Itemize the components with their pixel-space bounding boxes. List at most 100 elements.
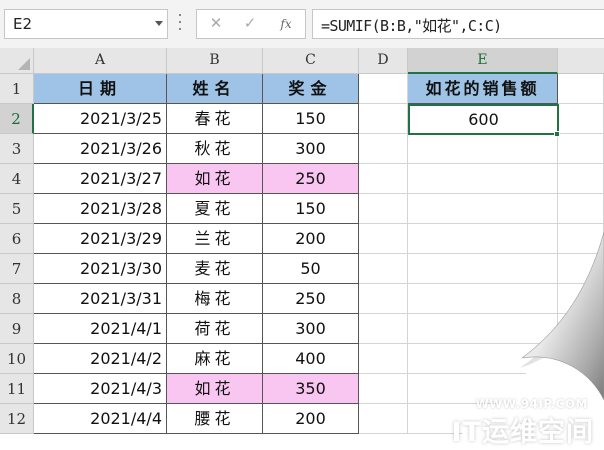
- cell-date[interactable]: 2021/3/28: [34, 194, 167, 224]
- empty-cell[interactable]: [408, 254, 558, 284]
- column-header-a[interactable]: A: [34, 48, 167, 74]
- empty-cell[interactable]: [558, 164, 604, 194]
- row-header-12[interactable]: 12: [0, 404, 34, 434]
- column-header-f[interactable]: [558, 48, 604, 74]
- empty-cell[interactable]: [359, 344, 408, 374]
- empty-cell[interactable]: [359, 284, 408, 314]
- chevron-down-icon[interactable]: [155, 21, 163, 26]
- table-header-amount[interactable]: 奖金: [263, 74, 359, 104]
- cell-name[interactable]: 荷花: [167, 314, 263, 344]
- cell-name[interactable]: 麦花: [167, 254, 263, 284]
- cell-name[interactable]: 兰花: [167, 224, 263, 254]
- name-box[interactable]: E2: [4, 9, 168, 39]
- empty-cell[interactable]: [558, 344, 604, 374]
- cell-date[interactable]: 2021/3/29: [34, 224, 167, 254]
- cell-name[interactable]: 腰花: [167, 404, 263, 434]
- row-header-10[interactable]: 10: [0, 344, 34, 374]
- table-header-name[interactable]: 姓名: [167, 74, 263, 104]
- select-all-corner[interactable]: [0, 48, 34, 74]
- empty-cell[interactable]: [408, 284, 558, 314]
- empty-cell[interactable]: [558, 224, 604, 254]
- cell-date[interactable]: 2021/3/25: [34, 104, 167, 134]
- formula-text: =SUMIF(B:B,"如花",C:C): [321, 17, 502, 35]
- cell-date[interactable]: 2021/4/4: [34, 404, 167, 434]
- empty-cell[interactable]: [359, 194, 408, 224]
- cell-name[interactable]: 如花: [167, 374, 263, 404]
- row-header-9[interactable]: 9: [0, 314, 34, 344]
- row-header-11[interactable]: 11: [0, 374, 34, 404]
- column-header-b[interactable]: B: [167, 48, 263, 74]
- cell-name[interactable]: 夏花: [167, 194, 263, 224]
- cell-name[interactable]: 春花: [167, 104, 263, 134]
- cell-amount[interactable]: 300: [263, 314, 359, 344]
- cell-amount[interactable]: 400: [263, 344, 359, 374]
- cell-amount[interactable]: 250: [263, 284, 359, 314]
- drag-handle-icon[interactable]: [179, 14, 182, 32]
- cell-date[interactable]: 2021/3/30: [34, 254, 167, 284]
- cell-date[interactable]: 2021/4/2: [34, 344, 167, 374]
- cancel-icon[interactable]: ✕: [205, 14, 227, 32]
- empty-cell[interactable]: [408, 194, 558, 224]
- cell-date[interactable]: 2021/3/31: [34, 284, 167, 314]
- empty-cell[interactable]: [359, 224, 408, 254]
- cell-date[interactable]: 2021/3/26: [34, 134, 167, 164]
- empty-cell[interactable]: [408, 344, 558, 374]
- empty-cell[interactable]: [359, 164, 408, 194]
- row-header-1[interactable]: 1: [0, 74, 34, 104]
- empty-cell[interactable]: [359, 134, 408, 164]
- row-header-2[interactable]: 2: [0, 104, 34, 134]
- cell-date[interactable]: 2021/4/1: [34, 314, 167, 344]
- empty-cell[interactable]: [408, 164, 558, 194]
- cell-amount[interactable]: 150: [263, 194, 359, 224]
- empty-cell[interactable]: [558, 74, 604, 104]
- cell-name[interactable]: 麻花: [167, 344, 263, 374]
- empty-cell[interactable]: [359, 254, 408, 284]
- empty-cell[interactable]: [359, 374, 408, 404]
- row-header-6[interactable]: 6: [0, 224, 34, 254]
- column-header-d[interactable]: D: [359, 48, 408, 74]
- cell-amount[interactable]: 250: [263, 164, 359, 194]
- insert-function-icon[interactable]: fx: [275, 17, 297, 31]
- cell-name[interactable]: 秋花: [167, 134, 263, 164]
- empty-cell[interactable]: [558, 314, 604, 344]
- cell-amount[interactable]: 150: [263, 104, 359, 134]
- formula-buttons: ✕ ✓ fx: [196, 9, 306, 39]
- result-header-cell[interactable]: 如花的销售额: [408, 74, 558, 104]
- empty-cell[interactable]: [558, 254, 604, 284]
- empty-cell[interactable]: [359, 74, 408, 104]
- watermark-url: WWW.94IP.COM: [475, 397, 588, 411]
- empty-cell[interactable]: [558, 194, 604, 224]
- row-header-3[interactable]: 3: [0, 134, 34, 164]
- empty-cell[interactable]: [359, 104, 408, 134]
- row-header-4[interactable]: 4: [0, 164, 34, 194]
- column-header-c[interactable]: C: [263, 48, 359, 74]
- row-header-8[interactable]: 8: [0, 284, 34, 314]
- cell-name[interactable]: 如花: [167, 164, 263, 194]
- row-header-7[interactable]: 7: [0, 254, 34, 284]
- empty-cell[interactable]: [558, 104, 604, 134]
- empty-cell[interactable]: [359, 404, 408, 434]
- enter-icon[interactable]: ✓: [239, 14, 261, 32]
- cell-amount[interactable]: 50: [263, 254, 359, 284]
- empty-cell[interactable]: [558, 134, 604, 164]
- cell-amount[interactable]: 200: [263, 224, 359, 254]
- table-header-date[interactable]: 日期: [34, 74, 167, 104]
- selected-cell-e2[interactable]: 600: [408, 104, 559, 135]
- empty-cell[interactable]: [558, 284, 604, 314]
- cell-name[interactable]: 梅花: [167, 284, 263, 314]
- watermark-brand: IT运维空间: [451, 417, 594, 448]
- cell-date[interactable]: 2021/4/3: [34, 374, 167, 404]
- empty-cell[interactable]: [408, 224, 558, 254]
- cell-amount[interactable]: 200: [263, 404, 359, 434]
- cell-amount[interactable]: 350: [263, 374, 359, 404]
- formula-bar: E2 ✕ ✓ fx =SUMIF(B:B,"如花",C:C): [0, 0, 604, 48]
- fill-handle[interactable]: [554, 131, 560, 137]
- formula-input[interactable]: =SUMIF(B:B,"如花",C:C): [312, 9, 604, 39]
- empty-cell[interactable]: [408, 314, 558, 344]
- column-header-e[interactable]: E: [408, 48, 558, 74]
- cell-date[interactable]: 2021/3/27: [34, 164, 167, 194]
- cell-amount[interactable]: 300: [263, 134, 359, 164]
- empty-cell[interactable]: [408, 134, 558, 164]
- row-header-5[interactable]: 5: [0, 194, 34, 224]
- empty-cell[interactable]: [359, 314, 408, 344]
